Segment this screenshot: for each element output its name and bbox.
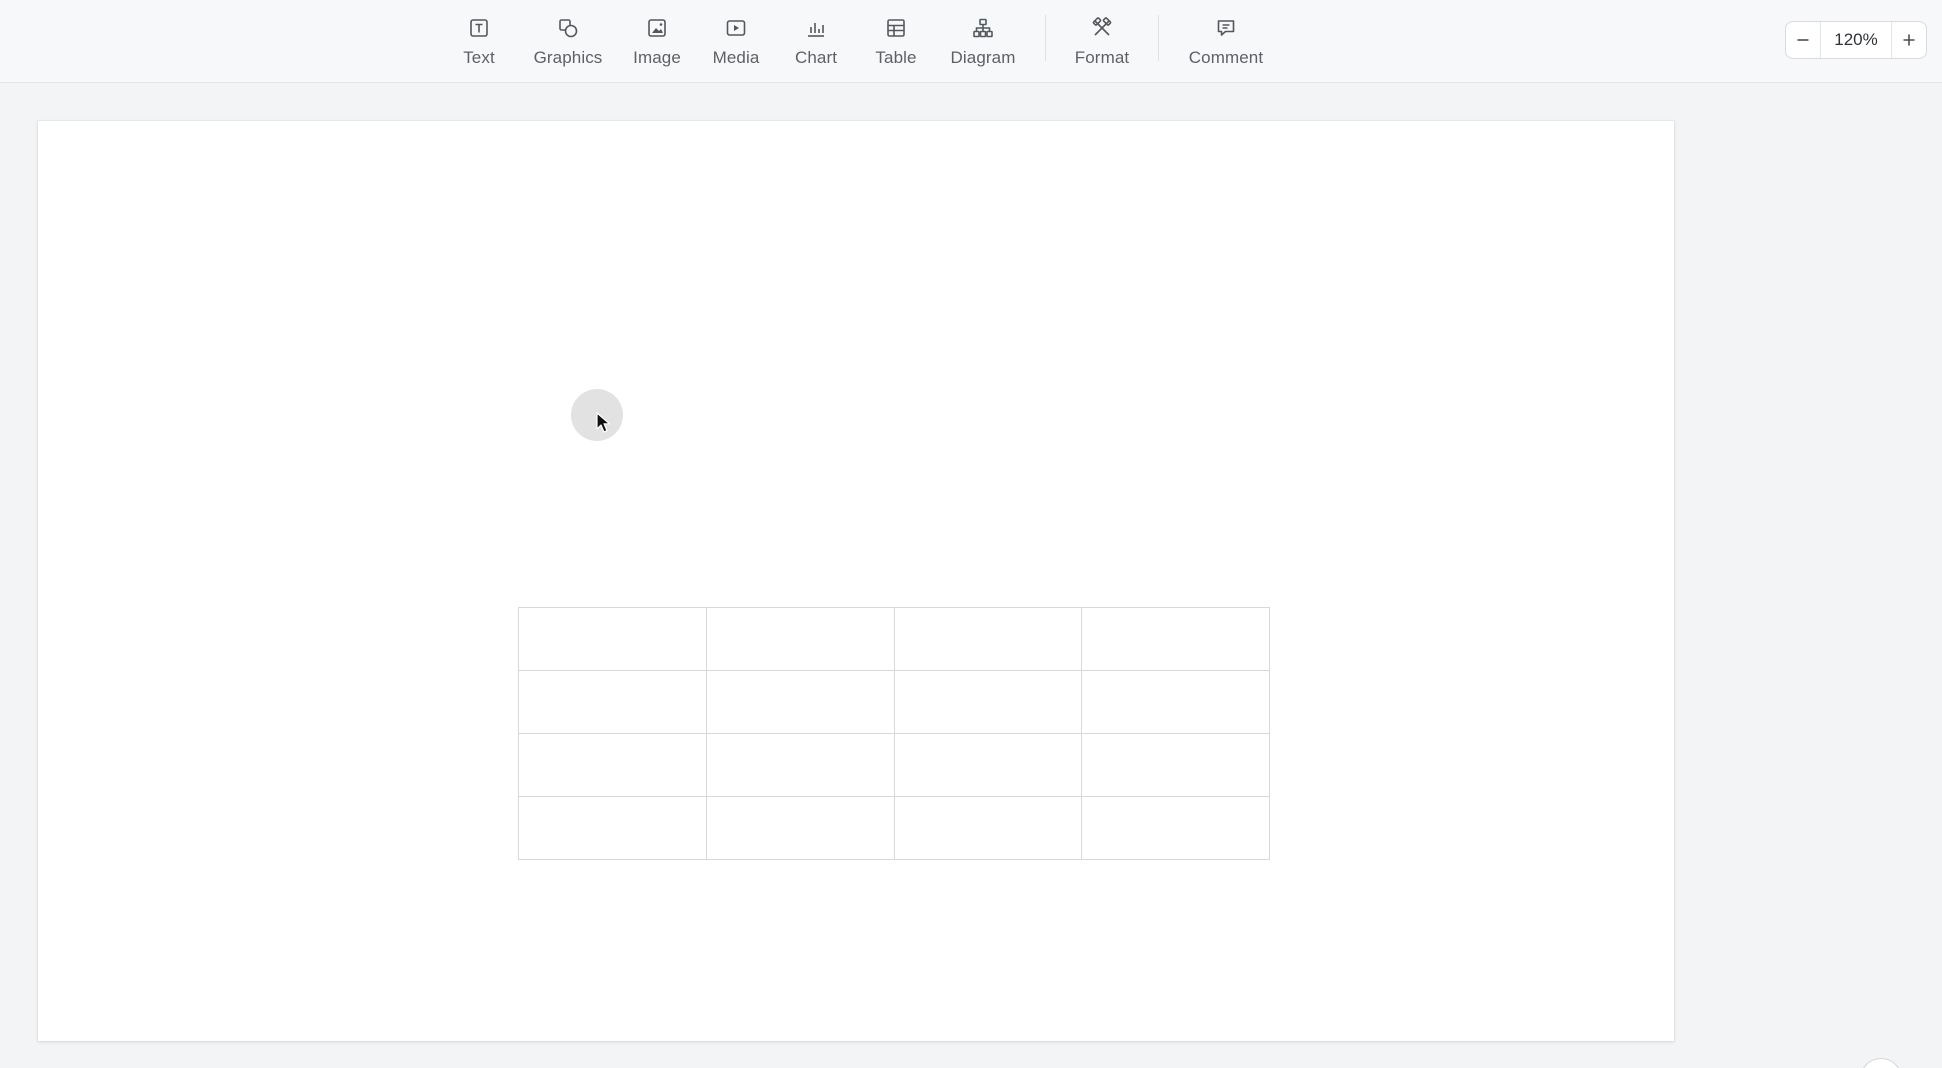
toolbar-image-label: Image <box>633 48 681 67</box>
toolbar-format-label: Format <box>1074 48 1130 67</box>
comment-icon <box>1214 16 1238 40</box>
format-tools-icon <box>1090 16 1114 40</box>
table-row <box>518 607 1270 671</box>
table-cell[interactable] <box>705 796 895 860</box>
toolbar-chart-label: Chart <box>794 48 838 67</box>
toolbar-graphics-button[interactable]: Graphics <box>530 14 606 70</box>
table-row <box>518 796 1270 860</box>
table-row <box>518 670 1270 734</box>
table-cell[interactable] <box>1081 796 1270 860</box>
zoom-in-button[interactable] <box>1892 22 1926 58</box>
toolbar-text-button[interactable]: Text <box>458 14 500 70</box>
table-cell[interactable] <box>705 607 895 671</box>
toolbar-diagram-button[interactable]: Diagram <box>947 14 1019 70</box>
zoom-out-button[interactable] <box>1786 22 1820 58</box>
minus-icon <box>1797 39 1809 41</box>
toolbar-format-button[interactable]: Format <box>1072 14 1132 70</box>
table-cell[interactable] <box>518 607 707 671</box>
table-cell[interactable] <box>1081 670 1270 734</box>
table-cell[interactable] <box>705 733 895 797</box>
table-cell[interactable] <box>893 796 1083 860</box>
plus-icon <box>1903 34 1915 46</box>
toolbar-comment-button[interactable]: Comment <box>1185 14 1267 70</box>
table-cell[interactable] <box>518 670 707 734</box>
table-icon <box>884 16 908 40</box>
toolbar-text-label: Text <box>463 48 495 67</box>
toolbar-table-button[interactable]: Table <box>871 14 921 70</box>
slide-canvas[interactable] <box>38 121 1674 1041</box>
text-icon <box>467 16 491 40</box>
shapes-icon <box>556 16 580 40</box>
pointer-cursor-icon <box>596 412 611 433</box>
bar-chart-icon <box>804 16 828 40</box>
slide-table[interactable] <box>518 607 1270 860</box>
mouse-cursor-highlight <box>571 389 623 441</box>
toolbar-table-label: Table <box>875 48 917 67</box>
toolbar-graphics-label: Graphics <box>533 48 603 67</box>
table-cell[interactable] <box>893 607 1083 671</box>
toolbar-diagram-label: Diagram <box>950 48 1016 67</box>
table-cell[interactable] <box>1081 607 1270 671</box>
toolbar-chart-button[interactable]: Chart <box>792 14 840 70</box>
table-cell[interactable] <box>518 796 707 860</box>
toolbar-divider <box>1158 15 1159 61</box>
table-row <box>518 733 1270 797</box>
table-cell[interactable] <box>518 733 707 797</box>
toolbar-image-button[interactable]: Image <box>632 14 682 70</box>
org-chart-icon <box>971 16 995 40</box>
toolbar-media-button[interactable]: Media <box>711 14 761 70</box>
media-play-icon <box>724 16 748 40</box>
zoom-control: 120% <box>1785 21 1927 59</box>
toolbar-comment-label: Comment <box>1188 48 1264 67</box>
image-icon <box>645 16 669 40</box>
table-cell[interactable] <box>1081 733 1270 797</box>
toolbar-media-label: Media <box>712 48 760 67</box>
table-cell[interactable] <box>705 670 895 734</box>
zoom-level[interactable]: 120% <box>1820 22 1892 58</box>
toolbar: Text Graphics Image Media Chart Table Di… <box>0 0 1942 83</box>
table-cell[interactable] <box>893 670 1083 734</box>
table-cell[interactable] <box>893 733 1083 797</box>
toolbar-divider <box>1045 15 1046 61</box>
